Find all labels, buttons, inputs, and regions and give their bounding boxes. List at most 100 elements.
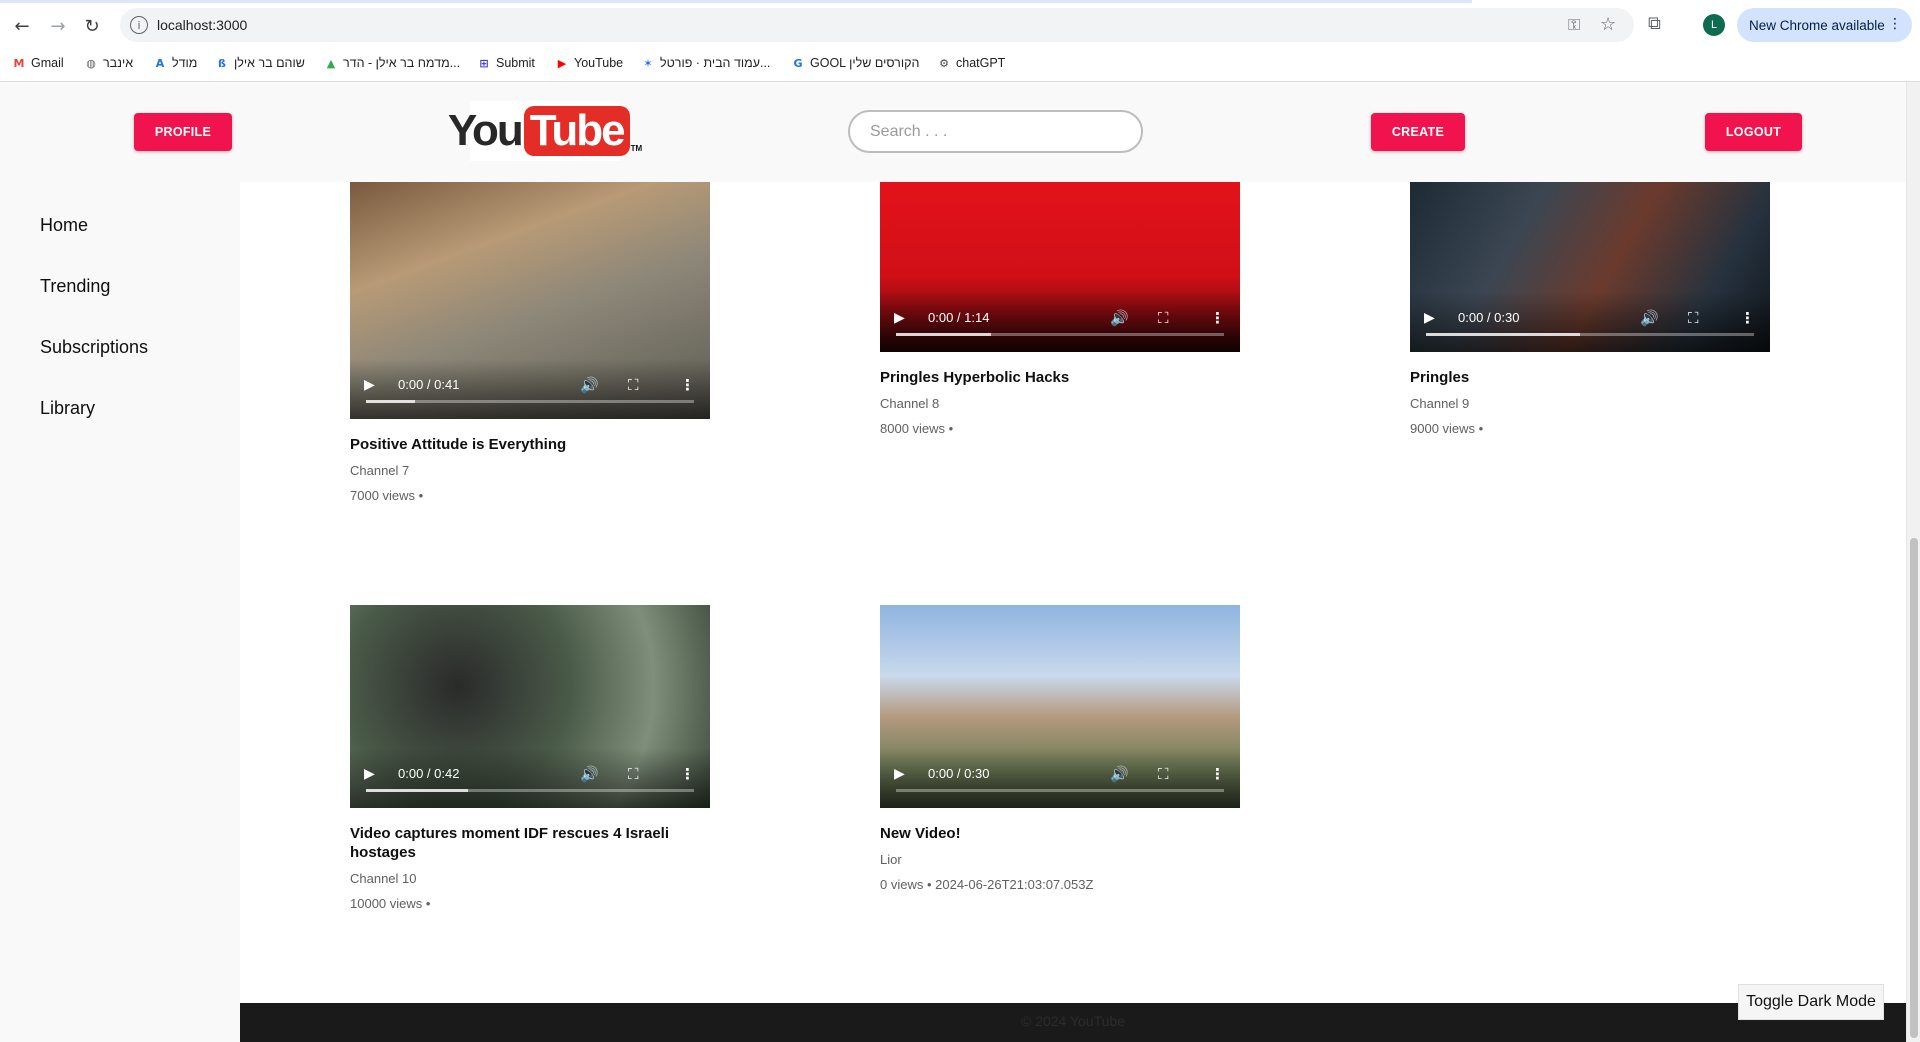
bookmark-drive[interactable]: ▲ מדמח בר אילן - הדר...: [324, 56, 460, 70]
video-controls: ▶ 0:00 / 0:41 🔊 ⛶ ⋮: [350, 359, 710, 419]
bookmark-youtube[interactable]: ▶ YouTube: [555, 56, 623, 70]
bookmark-moodle[interactable]: A מודל: [153, 56, 198, 70]
video-player[interactable]: ▶ 0:00 / 1:14 🔊 ⛶ ⋮: [880, 182, 1240, 352]
sidebar-item-home[interactable]: Home: [40, 215, 88, 236]
volume-icon[interactable]: 🔊: [1640, 309, 1659, 327]
bookmark-gmail[interactable]: M Gmail: [12, 56, 64, 70]
video-player[interactable]: ▶ 0:00 / 0:30 🔊 ⛶ ⋮: [1410, 182, 1770, 352]
forward-icon[interactable]: →: [44, 12, 72, 40]
play-icon[interactable]: ▶: [1424, 310, 1435, 326]
fullscreen-icon[interactable]: ⛶: [1158, 309, 1169, 327]
progress-track[interactable]: [896, 333, 1224, 336]
bookmark-globe[interactable]: ◍ אינבר: [84, 56, 133, 70]
buffer-bar: [1426, 333, 1581, 336]
video-time: 0:00 / 0:30: [928, 766, 990, 781]
bookmark-star-icon[interactable]: ☆: [1600, 14, 1616, 35]
more-options-icon[interactable]: ⋮: [680, 765, 695, 783]
play-icon[interactable]: ▶: [364, 766, 375, 782]
page-scrollbar[interactable]: [1906, 82, 1920, 1042]
video-time: 0:00 / 1:14: [928, 310, 990, 325]
profile-avatar[interactable]: L: [1703, 14, 1725, 36]
video-controls: ▶ 0:00 / 0:30 🔊 ⛶ ⋮: [1410, 292, 1770, 352]
extensions-icon[interactable]: ⧉: [1648, 13, 1661, 34]
video-title[interactable]: New Video!: [880, 824, 1240, 843]
bookmark-label: שוהם בר אילן: [234, 56, 305, 70]
bookmark-label: Submit: [496, 56, 535, 70]
video-channel: Channel 7: [350, 463, 410, 478]
video-title[interactable]: Pringles: [1410, 368, 1770, 387]
address-bar[interactable]: i localhost:3000 ⚿ ☆: [120, 8, 1634, 42]
bookmark-figure[interactable]: ß שוהם בר אילן: [215, 56, 305, 70]
video-channel: Lior: [880, 852, 902, 867]
fullscreen-icon[interactable]: ⛶: [628, 765, 639, 783]
bookmark-label: מדמח בר אילן - הדר...: [343, 56, 461, 70]
scrollbar-thumb[interactable]: [1910, 538, 1918, 1038]
video-title[interactable]: Video captures moment IDF rescues 4 Isra…: [350, 824, 710, 862]
sidebar: Home Trending Subscriptions Library: [0, 182, 240, 1042]
buffer-bar: [366, 789, 468, 792]
youtube-logo[interactable]: You Tube TM: [448, 101, 642, 161]
sidebar-item-library[interactable]: Library: [40, 398, 95, 419]
video-card: ▶ 0:00 / 0:30 🔊 ⛶ ⋮ New Video! Lior 0 vi…: [880, 605, 1240, 892]
more-options-icon[interactable]: ⋮: [1210, 765, 1225, 783]
progress-track[interactable]: [1426, 333, 1754, 336]
youtube-icon: ▶: [557, 56, 567, 70]
video-title[interactable]: Positive Attitude is Everything: [350, 435, 710, 454]
video-title[interactable]: Pringles Hyperbolic Hacks: [880, 368, 1240, 387]
volume-icon[interactable]: 🔊: [580, 376, 599, 394]
video-player[interactable]: ▶ 0:00 / 0:42 🔊 ⛶ ⋮: [350, 605, 710, 808]
play-icon[interactable]: ▶: [894, 310, 905, 326]
search-input[interactable]: [848, 110, 1143, 153]
new-chrome-label: New Chrome available: [1749, 17, 1885, 33]
chrome-menu-icon[interactable]: ⋮: [1888, 16, 1902, 32]
video-time: 0:00 / 0:42: [398, 766, 460, 781]
create-button[interactable]: CREATE: [1371, 113, 1465, 151]
video-channel: Channel 8: [880, 396, 940, 411]
video-card: ▶ 0:00 / 0:42 🔊 ⛶ ⋮ Video captures momen…: [350, 605, 710, 911]
bookmark-submit[interactable]: ⊞ Submit: [477, 56, 535, 70]
sidebar-item-subscriptions[interactable]: Subscriptions: [40, 337, 148, 358]
video-time: 0:00 / 0:41: [398, 377, 460, 392]
bookmarks-bar: M Gmail ◍ אינבר A מודל ß שוהם בר אילן ▲ מדמח בר א…: [0, 54, 1920, 76]
profile-button[interactable]: PROFILE: [134, 113, 232, 151]
bookmark-gool[interactable]: G GOOL הקורסים שלין: [791, 56, 919, 70]
progress-track[interactable]: [366, 789, 694, 792]
site-info-icon[interactable]: i: [130, 16, 148, 34]
bookmark-chatgpt[interactable]: ⚙ chatGPT: [937, 56, 1005, 70]
chatgpt-icon: ⚙: [939, 56, 949, 70]
progress-track[interactable]: [896, 789, 1224, 792]
more-options-icon[interactable]: ⋮: [680, 376, 695, 394]
new-chrome-available-button[interactable]: New Chrome available ⋮: [1737, 8, 1912, 42]
video-player[interactable]: ▶ 0:00 / 0:30 🔊 ⛶ ⋮: [880, 605, 1240, 808]
gool-icon: G: [793, 56, 803, 70]
video-channel: Channel 10: [350, 871, 417, 886]
play-icon[interactable]: ▶: [364, 377, 375, 393]
video-player[interactable]: ▶ 0:00 / 0:41 🔊 ⛶ ⋮: [350, 182, 710, 419]
video-card: ▶ 0:00 / 1:14 🔊 ⛶ ⋮ Pringles Hyperbolic …: [880, 182, 1240, 436]
sidebar-item-trending[interactable]: Trending: [40, 276, 110, 297]
video-channel: Channel 9: [1410, 396, 1470, 411]
logout-button[interactable]: LOGOUT: [1705, 113, 1802, 151]
bookmark-label: GOOL הקורסים שלין: [810, 56, 920, 70]
fullscreen-icon[interactable]: ⛶: [628, 376, 639, 394]
reload-icon[interactable]: ↻: [78, 12, 106, 40]
volume-icon[interactable]: 🔊: [1110, 765, 1129, 783]
volume-icon[interactable]: 🔊: [580, 765, 599, 783]
volume-icon[interactable]: 🔊: [1110, 309, 1129, 327]
buffer-bar: [366, 400, 416, 403]
back-icon[interactable]: ←: [8, 12, 36, 40]
play-icon[interactable]: ▶: [894, 766, 905, 782]
toggle-dark-mode-button[interactable]: Toggle Dark Mode: [1738, 984, 1884, 1020]
buffer-bar: [896, 333, 992, 336]
fullscreen-icon[interactable]: ⛶: [1688, 309, 1699, 327]
password-key-icon[interactable]: ⚿: [1568, 15, 1580, 35]
progress-track[interactable]: [366, 400, 694, 403]
footer-copyright: © 2024 YouTube: [1020, 1013, 1125, 1029]
more-options-icon[interactable]: ⋮: [1740, 309, 1755, 327]
bookmark-portal[interactable]: ✶ עמוד הבית · פורטל...: [641, 56, 770, 70]
fullscreen-icon[interactable]: ⛶: [1158, 765, 1169, 783]
url-text[interactable]: localhost:3000: [157, 17, 247, 33]
figure-icon: ß: [218, 56, 226, 70]
video-card: ▶ 0:00 / 0:30 🔊 ⛶ ⋮ Pringles Channel 9 9…: [1410, 182, 1770, 436]
more-options-icon[interactable]: ⋮: [1210, 309, 1225, 327]
